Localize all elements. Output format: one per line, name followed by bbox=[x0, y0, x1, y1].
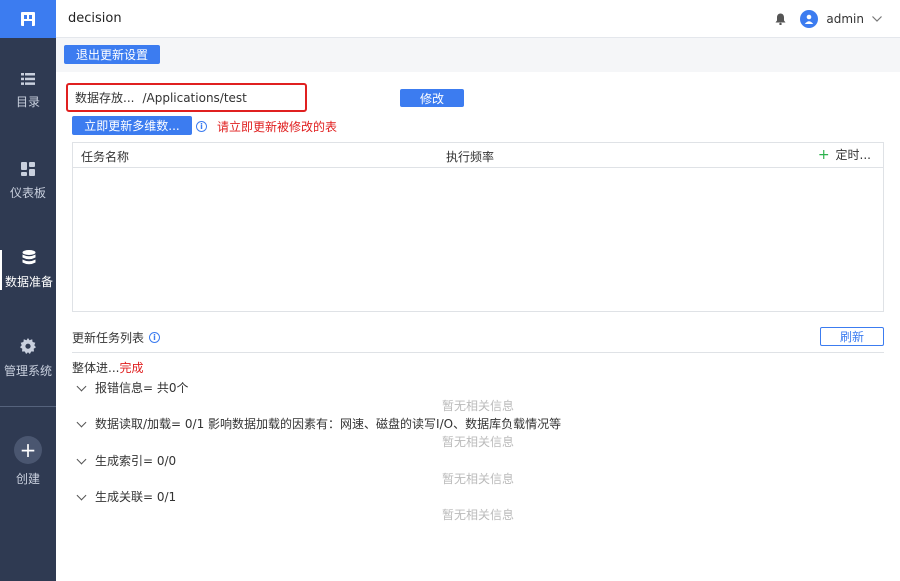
sidebar-item-label: 仪表板 bbox=[9, 186, 46, 200]
progress-label: 整体进... bbox=[72, 361, 120, 375]
user-area: admin bbox=[775, 0, 882, 38]
schedule-label: 定时... bbox=[835, 148, 871, 162]
group-label: 生成关联= 0/1 bbox=[95, 490, 177, 504]
refresh-button[interactable]: 刷新 bbox=[820, 327, 884, 346]
update-list-title: 更新任务列表 i bbox=[72, 329, 161, 346]
chevron-down-icon bbox=[76, 381, 87, 391]
top-bar: decision admin bbox=[56, 0, 900, 38]
chevron-down-icon[interactable] bbox=[872, 16, 882, 22]
hint-text: 请立即更新被修改的表 bbox=[217, 120, 338, 134]
sub-toolbar bbox=[56, 38, 900, 72]
chevron-down-icon bbox=[76, 454, 87, 464]
storage-path: /Applications/test bbox=[142, 90, 247, 105]
chevron-down-icon bbox=[76, 417, 87, 427]
database-icon bbox=[22, 250, 36, 265]
modify-button[interactable]: 修改 bbox=[400, 89, 464, 107]
add-icon[interactable]: + bbox=[818, 147, 830, 163]
plus-icon: + bbox=[14, 436, 42, 464]
group-error-info[interactable]: 报错信息= 共0个 bbox=[76, 379, 189, 396]
group-index[interactable]: 生成索引= 0/0 bbox=[76, 452, 177, 469]
bell-icon[interactable] bbox=[775, 13, 786, 25]
group-label: 数据读取/加载= 0/1 影响数据加载的因素有：网速、磁盘的读写I/O、数据库负… bbox=[95, 417, 562, 431]
sidebar-item-data-prep[interactable]: 数据准备 bbox=[0, 250, 56, 290]
avatar[interactable] bbox=[800, 10, 819, 28]
app-title: decision bbox=[68, 11, 122, 26]
section-title-text: 更新任务列表 bbox=[72, 331, 145, 345]
empty-message: 暂无相关信息 bbox=[442, 508, 515, 522]
group-label: 报错信息= 共0个 bbox=[95, 381, 189, 395]
empty-message: 暂无相关信息 bbox=[442, 472, 515, 486]
column-header-schedule[interactable]: + 定时... bbox=[818, 146, 871, 163]
sidebar-item-label: 管理系统 bbox=[3, 364, 52, 378]
username[interactable]: admin bbox=[826, 12, 864, 26]
user-icon bbox=[805, 14, 814, 24]
progress-status: 完成 bbox=[119, 361, 144, 375]
sidebar-item-label: 创建 bbox=[15, 472, 40, 486]
storage-label: 数据存放... bbox=[75, 91, 135, 105]
sidebar-item-catalog[interactable]: 目录 bbox=[0, 73, 56, 110]
storage-path-field[interactable]: 数据存放... /Applications/test bbox=[66, 83, 307, 112]
group-relation[interactable]: 生成关联= 0/1 bbox=[76, 488, 177, 505]
overall-progress: 整体进...完成 bbox=[72, 359, 143, 376]
task-table: 任务名称 执行频率 + 定时... bbox=[72, 142, 884, 312]
section-divider bbox=[72, 352, 884, 353]
group-label: 生成索引= 0/0 bbox=[95, 454, 177, 468]
info-icon[interactable]: i bbox=[196, 121, 207, 132]
sidebar-item-create[interactable]: + 创建 bbox=[0, 436, 56, 487]
column-header-task-name[interactable]: 任务名称 bbox=[81, 148, 129, 165]
empty-message: 暂无相关信息 bbox=[442, 399, 515, 413]
sidebar-item-dashboard[interactable]: 仪表板 bbox=[0, 162, 56, 201]
column-header-frequency[interactable]: 执行频率 bbox=[446, 148, 494, 165]
gear-icon bbox=[20, 338, 36, 354]
sidebar-item-label: 数据准备 bbox=[4, 275, 53, 289]
chevron-down-icon bbox=[76, 490, 87, 500]
sidebar: 目录 仪表板 数据准备 管理系统 + 创建 bbox=[0, 0, 56, 581]
dashboard-icon bbox=[21, 162, 35, 176]
exit-update-settings-button[interactable]: 退出更新设置 bbox=[64, 45, 160, 64]
list-icon bbox=[21, 73, 35, 85]
update-now-button[interactable]: 立即更新多维数... bbox=[72, 116, 192, 135]
group-data-load[interactable]: 数据读取/加载= 0/1 影响数据加载的因素有：网速、磁盘的读写I/O、数据库负… bbox=[76, 415, 562, 432]
table-header: 任务名称 执行频率 + 定时... bbox=[73, 143, 883, 168]
sidebar-divider bbox=[0, 406, 56, 407]
logo-icon bbox=[21, 12, 35, 26]
update-hint: i 请立即更新被修改的表 bbox=[196, 118, 337, 135]
sidebar-item-label: 目录 bbox=[15, 95, 40, 109]
info-icon[interactable]: i bbox=[149, 332, 161, 343]
sidebar-item-management[interactable]: 管理系统 bbox=[0, 338, 56, 379]
app-logo[interactable] bbox=[0, 0, 56, 38]
empty-message: 暂无相关信息 bbox=[442, 435, 515, 449]
